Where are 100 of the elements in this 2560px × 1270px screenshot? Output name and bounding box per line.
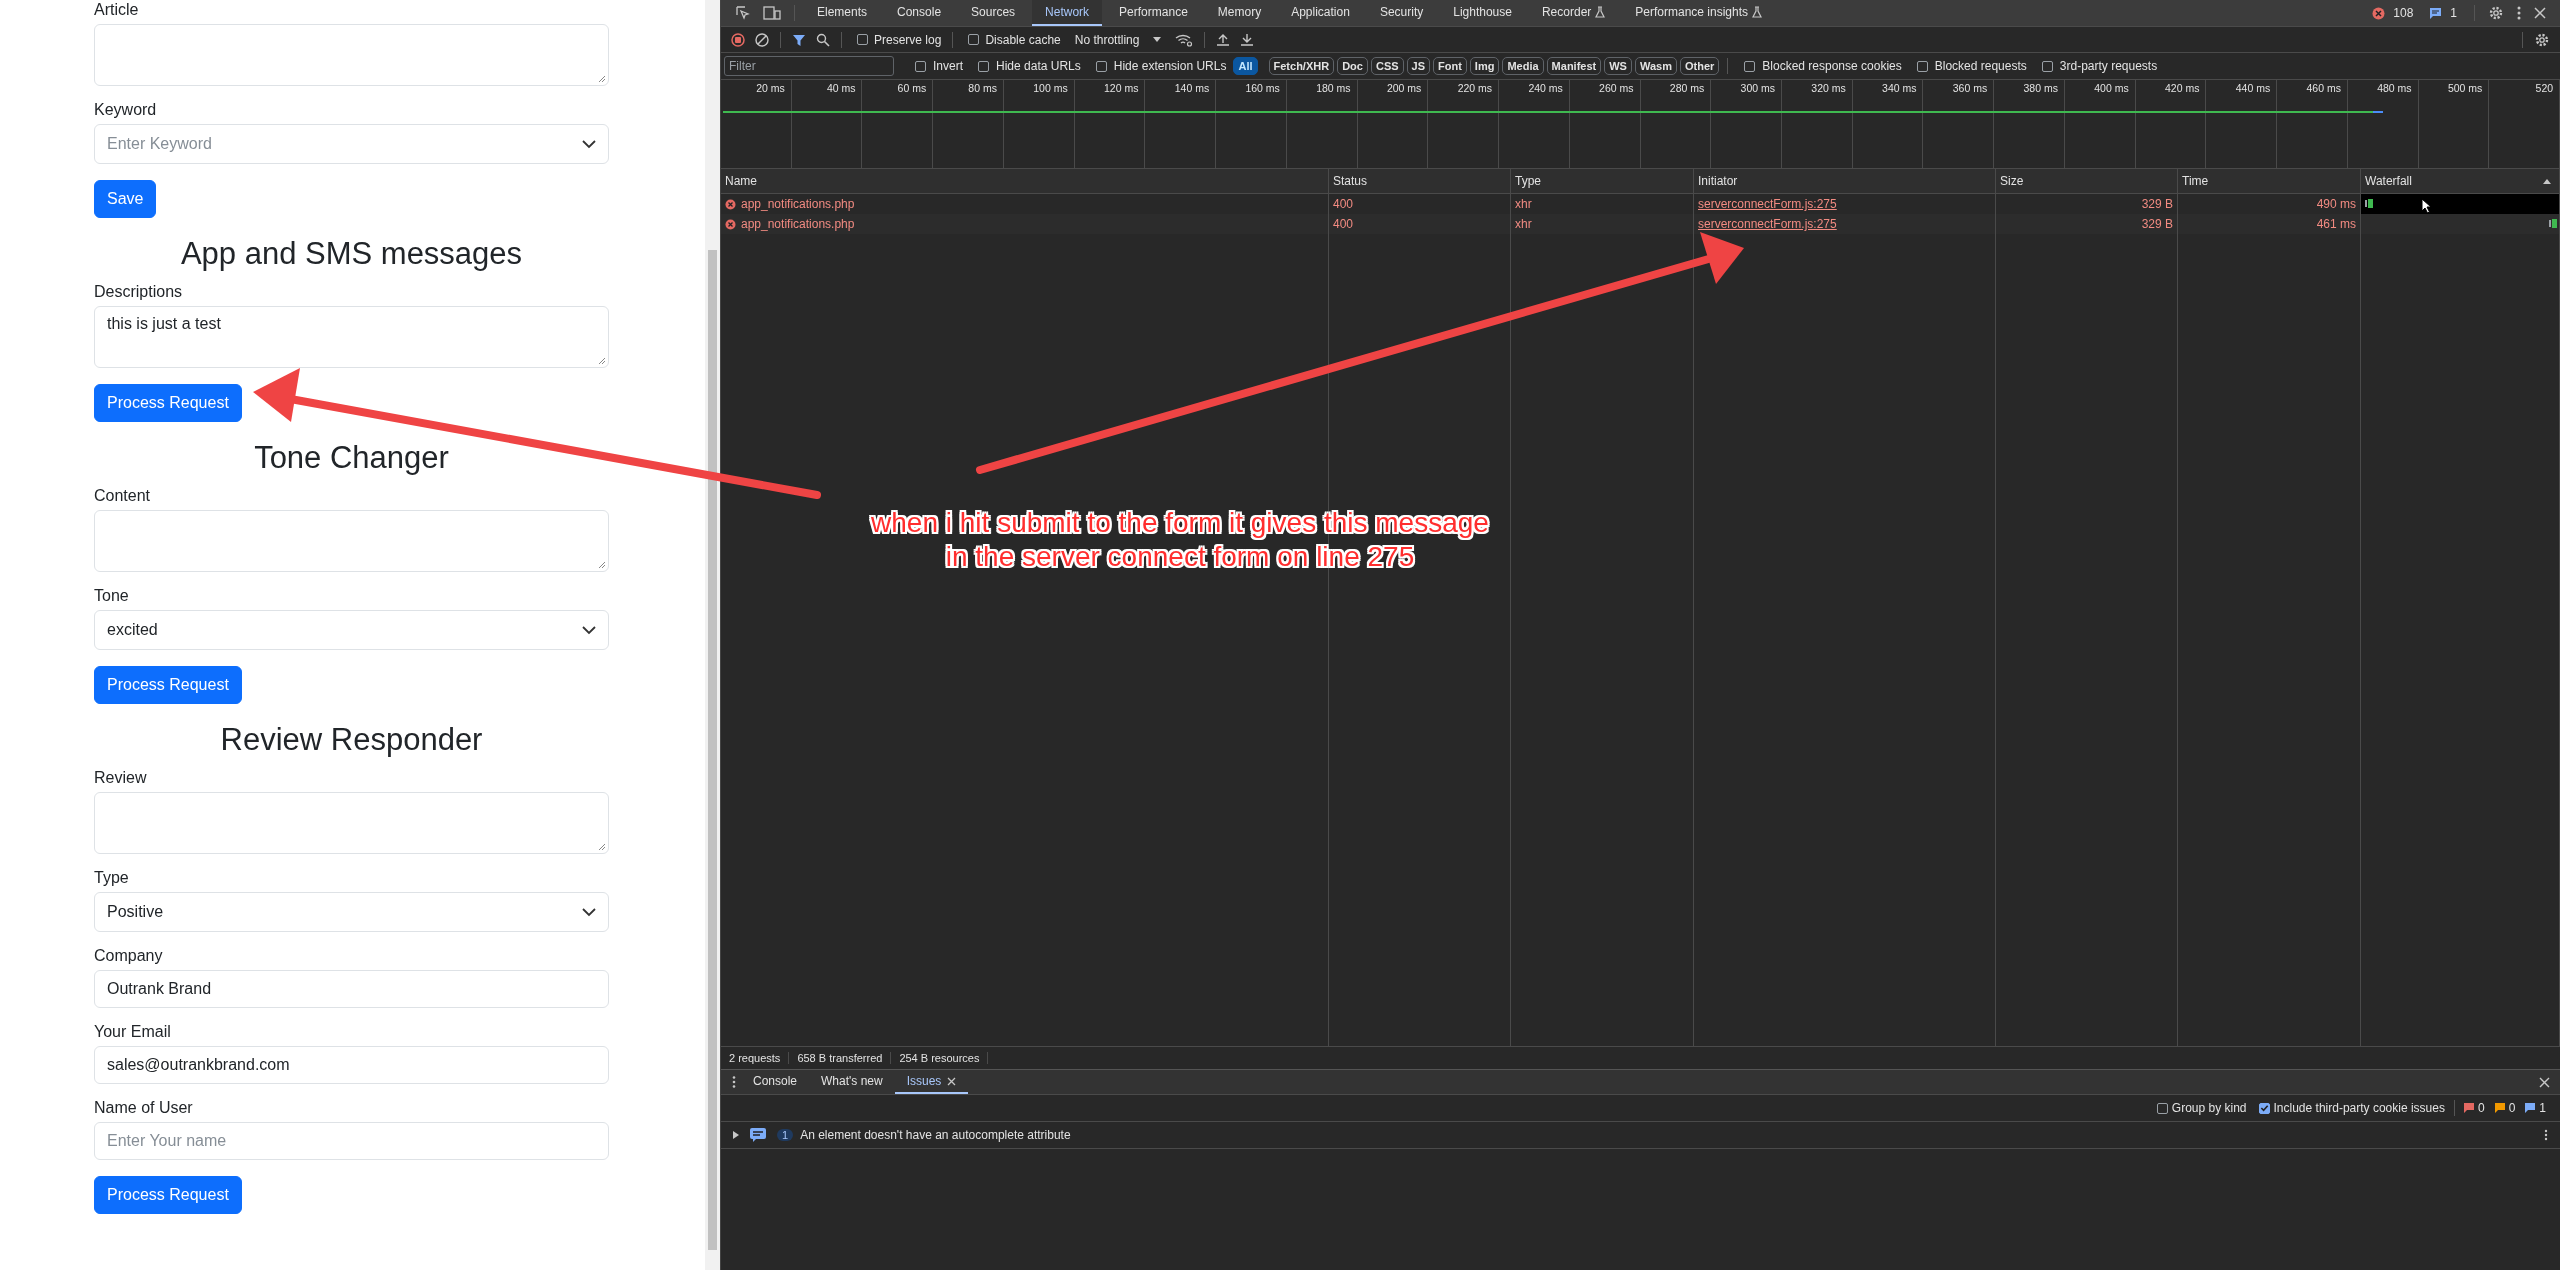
text-input-field[interactable]: sales@outrankbrand.com (94, 1046, 609, 1084)
textarea-field[interactable] (94, 792, 609, 854)
annotation-text: when i hit submit to the form it gives this message (871, 506, 1489, 540)
drawer-tab[interactable]: Console (741, 1070, 810, 1094)
tick-label: 20 ms (756, 82, 785, 96)
panel-tab[interactable]: Elements (804, 0, 881, 26)
initiator-link[interactable]: serverconnectForm.js:275 (1698, 197, 1837, 211)
checkbox[interactable] (1916, 60, 1928, 72)
panel-tab[interactable]: Application (1278, 0, 1363, 26)
checkbox[interactable] (1095, 60, 1107, 72)
close-icon[interactable] (2534, 7, 2546, 19)
drawer-tab[interactable]: What's new (809, 1070, 895, 1094)
select-field[interactable]: Positive (94, 892, 609, 932)
type-filter-chip[interactable]: Fetch/XHR (1268, 57, 1335, 75)
filter-icon[interactable] (792, 32, 806, 47)
column-header[interactable]: Time (2178, 169, 2361, 193)
tick-label: 140 ms (1174, 82, 1210, 96)
response-size: 329 B (2141, 217, 2173, 231)
checkbox-label: Blocked requests (1934, 59, 2027, 73)
tick-label: 100 ms (1033, 82, 1068, 96)
submit-button[interactable]: Process Request (94, 666, 242, 704)
column-header[interactable]: Size (1996, 169, 2178, 193)
issue-title[interactable]: An element doesn't have an autocomplete attribute (800, 1128, 1071, 1142)
panel-tab[interactable]: Console (884, 0, 955, 26)
column-header[interactable]: Name (721, 169, 1329, 193)
column-header[interactable]: Waterfall (2361, 169, 2560, 193)
device-toggle-icon[interactable] (763, 5, 781, 21)
tick-label: 40 ms (826, 82, 856, 96)
initiator-link[interactable]: serverconnectForm.js:275 (1698, 217, 1837, 231)
panel-tab[interactable]: Sources (958, 0, 1029, 26)
tick-label: 200 ms (1386, 82, 1422, 96)
stop-recording-icon[interactable] (731, 32, 745, 47)
more-options-icon[interactable] (2544, 1129, 2548, 1141)
checkbox[interactable] (968, 34, 980, 45)
flask-icon (1752, 6, 1763, 18)
panel-tab[interactable]: Performance (1106, 0, 1201, 26)
checkbox[interactable] (2156, 1102, 2168, 1114)
submit-button[interactable]: Process Request (94, 1176, 242, 1214)
text-input-field[interactable]: Outrank Brand (94, 970, 609, 1008)
scrollbar[interactable] (705, 0, 720, 1270)
upload-icon[interactable] (1216, 32, 1231, 47)
waterfall-bar (2365, 199, 2373, 208)
more-options-icon[interactable] (2516, 5, 2522, 21)
tick-label: 80 ms (968, 82, 997, 96)
type-filter-chip[interactable]: Doc (1337, 57, 1368, 75)
type-filter-chip[interactable]: Font (1433, 57, 1467, 75)
type-filter-chip[interactable]: Manifest (1546, 57, 1602, 75)
textarea-field[interactable] (94, 510, 609, 572)
settings-icon[interactable] (2488, 5, 2504, 21)
request-name[interactable]: app_notifications.php (741, 217, 855, 231)
submit-button[interactable]: Process Request (94, 384, 242, 422)
issue-count[interactable]: 1 (2450, 6, 2457, 20)
request-type: xhr (1515, 197, 1532, 211)
tick-label: 320 ms (1811, 82, 1846, 96)
tick-label: 460 ms (2306, 82, 2341, 96)
type-filter-chip[interactable]: WS (1604, 57, 1632, 75)
type-filter-chip[interactable]: Wasm (1634, 57, 1677, 75)
column-header[interactable]: Status (1329, 169, 1511, 193)
error-count[interactable]: 108 (2393, 6, 2414, 20)
type-filter-chip[interactable]: Media (1502, 57, 1544, 75)
panel-tab[interactable]: Security (1366, 0, 1437, 26)
column-header[interactable]: Type (1511, 169, 1694, 193)
type-filter-chip[interactable]: Img (1469, 57, 1500, 75)
type-filter-chip[interactable]: JS (1406, 57, 1431, 75)
column-header[interactable]: Initiator (1694, 169, 1996, 193)
checkbox[interactable] (2041, 60, 2053, 72)
textarea-field[interactable] (94, 24, 609, 86)
chevron-down-icon (582, 625, 596, 635)
throttling-dropdown[interactable]: No throttling (1066, 32, 1170, 47)
section-heading: Review Responder (219, 721, 484, 759)
panel-tab[interactable]: Memory (1204, 0, 1275, 26)
search-icon[interactable] (816, 32, 830, 47)
type-filter-chip[interactable]: Other (1679, 57, 1720, 75)
clear-icon[interactable] (755, 32, 769, 47)
checkbox[interactable] (1744, 60, 1756, 72)
type-filter-chip[interactable]: CSS (1370, 57, 1404, 75)
submit-button[interactable]: Save (94, 180, 157, 218)
textarea-field[interactable]: this is just a test (94, 306, 609, 368)
panel-tab[interactable]: Lighthouse (1440, 0, 1525, 26)
type-filter-chip[interactable]: All (1233, 57, 1258, 75)
filter-field[interactable]: Filter (724, 56, 894, 76)
request-name[interactable]: app_notifications.php (741, 197, 855, 211)
panel-tab[interactable]: Performance insights (1622, 0, 1776, 26)
panel-tab[interactable]: Network (1032, 0, 1103, 26)
settings-icon[interactable] (2534, 31, 2550, 48)
more-options-icon[interactable] (731, 1075, 737, 1089)
drawer-tab[interactable]: Issues (894, 1070, 969, 1094)
expand-arrow-icon[interactable] (733, 1131, 739, 1139)
inspect-icon[interactable] (735, 5, 751, 21)
select-field[interactable]: excited (94, 610, 609, 650)
field-label: Review (94, 768, 148, 788)
wifi-settings-icon[interactable] (1175, 32, 1194, 47)
checkbox[interactable] (2258, 1102, 2270, 1114)
checkbox[interactable] (978, 60, 989, 72)
download-icon[interactable] (1240, 32, 1255, 47)
checkbox[interactable] (915, 60, 926, 72)
close-icon[interactable] (2539, 1076, 2550, 1088)
checkbox[interactable] (857, 34, 868, 45)
info-issue-count: 1 (2539, 1101, 2546, 1115)
panel-tab[interactable]: Recorder (1528, 0, 1619, 26)
